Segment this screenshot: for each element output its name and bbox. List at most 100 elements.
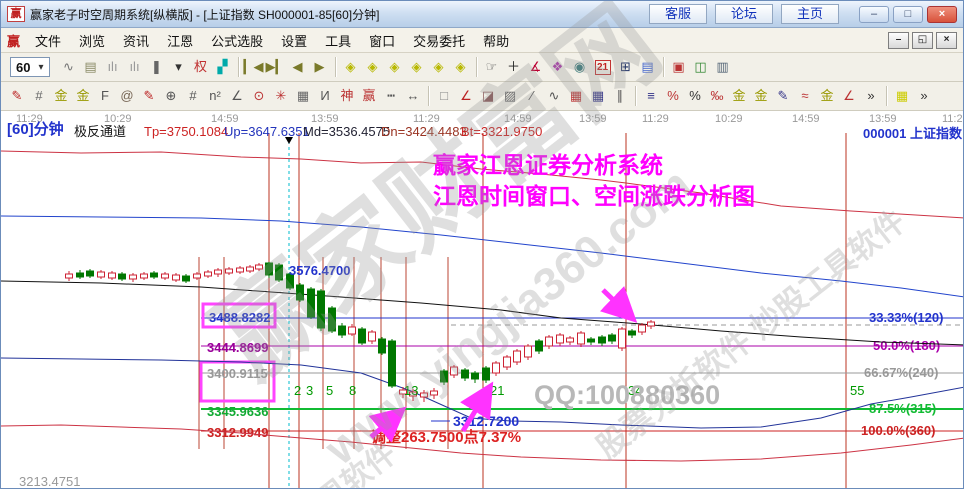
candle-body (215, 270, 222, 274)
menu-settings[interactable]: 设置 (272, 29, 316, 52)
brand-heading-line2: 江恩时间窗口、空间涨跌分析图 (433, 183, 755, 209)
square-of-nine-icon[interactable]: n² (204, 85, 226, 107)
export-image-icon[interactable]: ◫ (690, 56, 712, 78)
mdi-restore-button[interactable]: ◱ (912, 32, 933, 49)
menu-window[interactable]: 窗口 (360, 29, 404, 52)
speed-fan-icon[interactable]: ∠ (455, 85, 477, 107)
minimize-button[interactable]: – (859, 6, 889, 23)
gold-circle-icon[interactable]: 金 (728, 85, 750, 107)
crosshair-icon[interactable]: ＋ (503, 56, 525, 78)
period-combo[interactable]: 60 ▾ (10, 57, 50, 77)
candle-body (619, 329, 626, 348)
calendar-icon[interactable]: 21 (595, 60, 611, 75)
matrix-icon[interactable]: ▦ (292, 85, 314, 107)
star-wheel-icon[interactable]: ✳ (270, 85, 292, 107)
wave-gold-icon[interactable]: ≈ (794, 85, 816, 107)
menu-gann[interactable]: 江恩 (158, 29, 202, 52)
yellow-grid-icon[interactable]: ▦ (891, 85, 913, 107)
zigzag-icon[interactable]: И (314, 85, 336, 107)
region-box-icon[interactable]: □ (433, 85, 455, 107)
strike-percent-icon[interactable]: % (662, 85, 684, 107)
maximize-button[interactable]: □ (893, 6, 923, 23)
axis-grid-icon[interactable]: ▦ (587, 85, 609, 107)
chart-type-icon[interactable]: ∿ (58, 56, 80, 78)
red-grid-icon[interactable]: ▦ (565, 85, 587, 107)
price-ladder-icon[interactable]: ≡ (640, 85, 662, 107)
next-bar-icon[interactable]: ▶ (309, 56, 331, 78)
color-volume-icon[interactable]: ▞ (212, 56, 234, 78)
angle-j-icon[interactable]: ∠ (838, 85, 860, 107)
candle-body (525, 346, 532, 357)
go-first-icon[interactable]: ▎◀ (243, 56, 265, 78)
menu-browse[interactable]: 浏览 (70, 29, 114, 52)
diamond-both-icon[interactable]: ◈ (362, 56, 384, 78)
gold-grid-icon[interactable]: 金 (72, 85, 94, 107)
gann-fan-tool-icon[interactable]: ❖ (547, 56, 569, 78)
pencil-tool-icon[interactable]: ✎ (6, 85, 28, 107)
menu-news[interactable]: 资讯 (114, 29, 158, 52)
diamond-hmove-icon[interactable]: ◈ (384, 56, 406, 78)
gold-ratio-icon[interactable]: 金 (50, 85, 72, 107)
dense-grid-icon[interactable]: # (182, 85, 204, 107)
notes-icon[interactable]: ▤ (637, 56, 659, 78)
candle-body (629, 331, 636, 335)
calculator-icon[interactable]: ⊞ (615, 56, 637, 78)
hand-drag-icon[interactable]: ☞ (481, 56, 503, 78)
hatch-box-icon[interactable]: ▨ (499, 85, 521, 107)
gold-line-icon[interactable]: 金 (750, 85, 772, 107)
menu-trade-order[interactable]: 交易委托 (404, 29, 474, 52)
menu-formula-stock-pick[interactable]: 公式选股 (202, 29, 272, 52)
candle-body (308, 289, 315, 317)
home-button[interactable]: 主页 (781, 4, 839, 24)
diamond-right-icon[interactable]: ◈ (340, 56, 362, 78)
percent-icon[interactable]: % (684, 85, 706, 107)
prev-bar-icon[interactable]: ◀ (287, 56, 309, 78)
parallel-lines-icon[interactable]: ∥ (609, 85, 631, 107)
ying-tool-icon[interactable]: 赢 (358, 85, 380, 107)
permille-icon[interactable]: ‰ (706, 85, 728, 107)
shen-tool-icon[interactable]: 神 (336, 85, 358, 107)
fuquan-icon[interactable]: 权 (190, 56, 212, 78)
mdi-minimize-button[interactable]: – (888, 32, 909, 49)
menu-tools[interactable]: 工具 (316, 29, 360, 52)
kline-3-icon[interactable]: ılı (102, 56, 124, 78)
diamond-vmove-icon[interactable]: ◈ (406, 56, 428, 78)
service-button[interactable]: 客服 (649, 4, 707, 24)
menu-help[interactable]: 帮助 (474, 29, 518, 52)
angle-ruler-icon[interactable]: ∠ (226, 85, 248, 107)
ruler-123-icon[interactable]: ┅ (380, 85, 402, 107)
info-board-icon[interactable]: ▤ (80, 56, 102, 78)
close-button[interactable]: × (927, 6, 957, 23)
kline-5-icon[interactable]: ılı (124, 56, 146, 78)
forum-button[interactable]: 论坛 (715, 4, 773, 24)
save-icon[interactable]: ▣ (668, 56, 690, 78)
wave-line-icon[interactable]: ∿ (543, 85, 565, 107)
diamond-expand-icon[interactable]: ◈ (428, 56, 450, 78)
print-icon[interactable]: ▥ (712, 56, 734, 78)
spiral-icon[interactable]: @ (116, 85, 138, 107)
more-tools-2-icon[interactable]: » (913, 85, 935, 107)
fib-level-label: 100.0%(360) (861, 423, 935, 438)
target-icon[interactable]: ⊙ (248, 85, 270, 107)
mdi-close-button[interactable]: × (936, 32, 957, 49)
fib-level-label: 87.5%(315) (869, 401, 936, 416)
shaded-fan-icon[interactable]: ◪ (477, 85, 499, 107)
diamond-compress-icon[interactable]: ◈ (450, 56, 472, 78)
fibonacci-icon[interactable]: F (94, 85, 116, 107)
price-level-label: 3400.9115 (207, 366, 268, 381)
gann-grid-icon[interactable]: # (28, 85, 50, 107)
candle-style-dropdown-icon[interactable]: ▾ (168, 56, 190, 78)
gann-wheel-icon[interactable]: ◉ (569, 56, 591, 78)
price-chart-canvas[interactable]: 33.33%(120)3488.828250.0%(180)3444.86996… (1, 111, 964, 489)
go-last-icon[interactable]: ▶▎ (265, 56, 287, 78)
more-tools-icon[interactable]: » (860, 85, 882, 107)
trend-line-icon[interactable]: ∕ (521, 85, 543, 107)
angle-tool-icon[interactable]: ∡ (525, 56, 547, 78)
red-brush-icon[interactable]: ✎ (138, 85, 160, 107)
gann-compass-icon[interactable]: ⊕ (160, 85, 182, 107)
candle-pencil-icon[interactable]: ✎ (772, 85, 794, 107)
span-measure-icon[interactable]: ↔ (402, 85, 424, 107)
menu-file[interactable]: 文件 (26, 29, 70, 52)
candle-style-icon[interactable]: ❚ (146, 56, 168, 78)
gold-underline-icon[interactable]: 金 (816, 85, 838, 107)
